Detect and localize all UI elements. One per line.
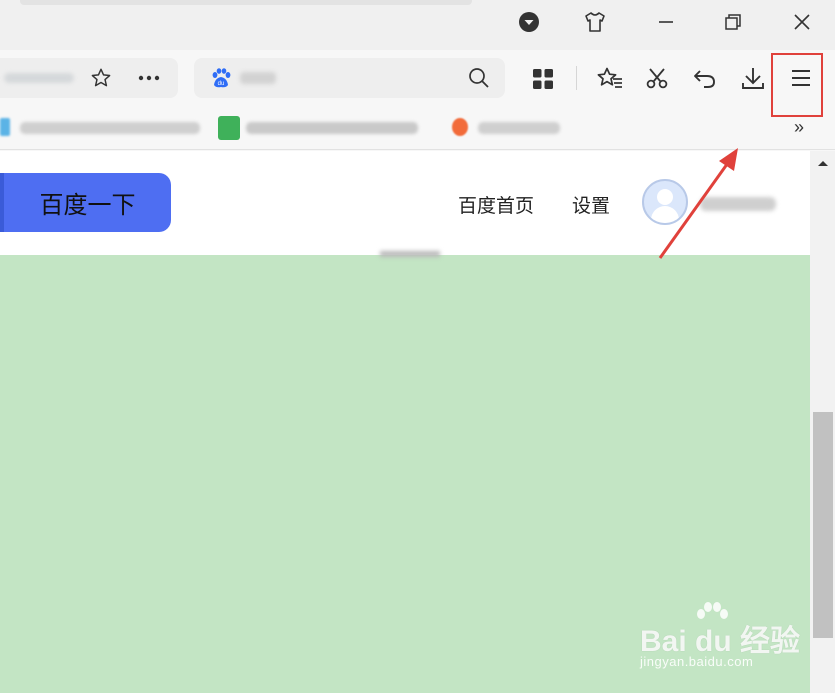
browser-toolbar: du [0, 50, 835, 106]
annotation-highlight-box [771, 53, 823, 117]
bookmark-item[interactable] [246, 122, 418, 134]
grid-icon[interactable] [530, 66, 556, 92]
svg-text:du: du [218, 81, 225, 87]
baidu-search-button[interactable]: 百度一下 [0, 173, 171, 232]
undo-icon[interactable] [692, 65, 718, 91]
watermark-url: jingyan.baidu.com [640, 654, 754, 669]
close-icon[interactable] [786, 8, 818, 36]
search-icon[interactable] [466, 66, 492, 90]
restore-icon[interactable] [717, 8, 749, 36]
blurred-text [380, 251, 440, 257]
baidu-paw-icon[interactable]: du [208, 66, 234, 90]
address-bar[interactable] [0, 58, 178, 98]
star-list-icon[interactable] [596, 65, 624, 91]
bookmark-favicon[interactable] [218, 116, 240, 140]
bookmark-favicon[interactable] [452, 118, 468, 136]
bookmark-item[interactable] [20, 122, 200, 134]
annotation-arrow [658, 148, 738, 259]
tshirt-icon[interactable] [579, 8, 611, 36]
blurred-search-text [240, 72, 276, 84]
search-box[interactable]: du [194, 58, 505, 98]
baidu-jingyan-watermark: Bai du 经验 jingyan.baidu.com [640, 600, 800, 680]
toolbar-divider [576, 66, 577, 90]
scissors-icon[interactable] [644, 65, 670, 91]
star-icon[interactable] [88, 66, 114, 90]
tab-strip[interactable] [20, 0, 472, 5]
more-dots-icon[interactable] [136, 66, 162, 90]
nav-link-settings[interactable]: 设置 [572, 191, 610, 218]
bookmark-favicon[interactable] [0, 118, 10, 136]
minimize-icon[interactable] [650, 8, 682, 36]
circle-down-icon[interactable] [513, 8, 545, 36]
title-bar [0, 0, 835, 50]
scroll-up-arrow-icon[interactable] [813, 154, 833, 172]
download-icon[interactable] [740, 64, 766, 92]
scrollbar-thumb[interactable] [813, 412, 833, 638]
bookmark-item[interactable] [478, 122, 560, 134]
blurred-url [4, 73, 74, 83]
bookmarks-overflow-button[interactable]: » [794, 117, 804, 138]
nav-link-home[interactable]: 百度首页 [458, 191, 534, 218]
